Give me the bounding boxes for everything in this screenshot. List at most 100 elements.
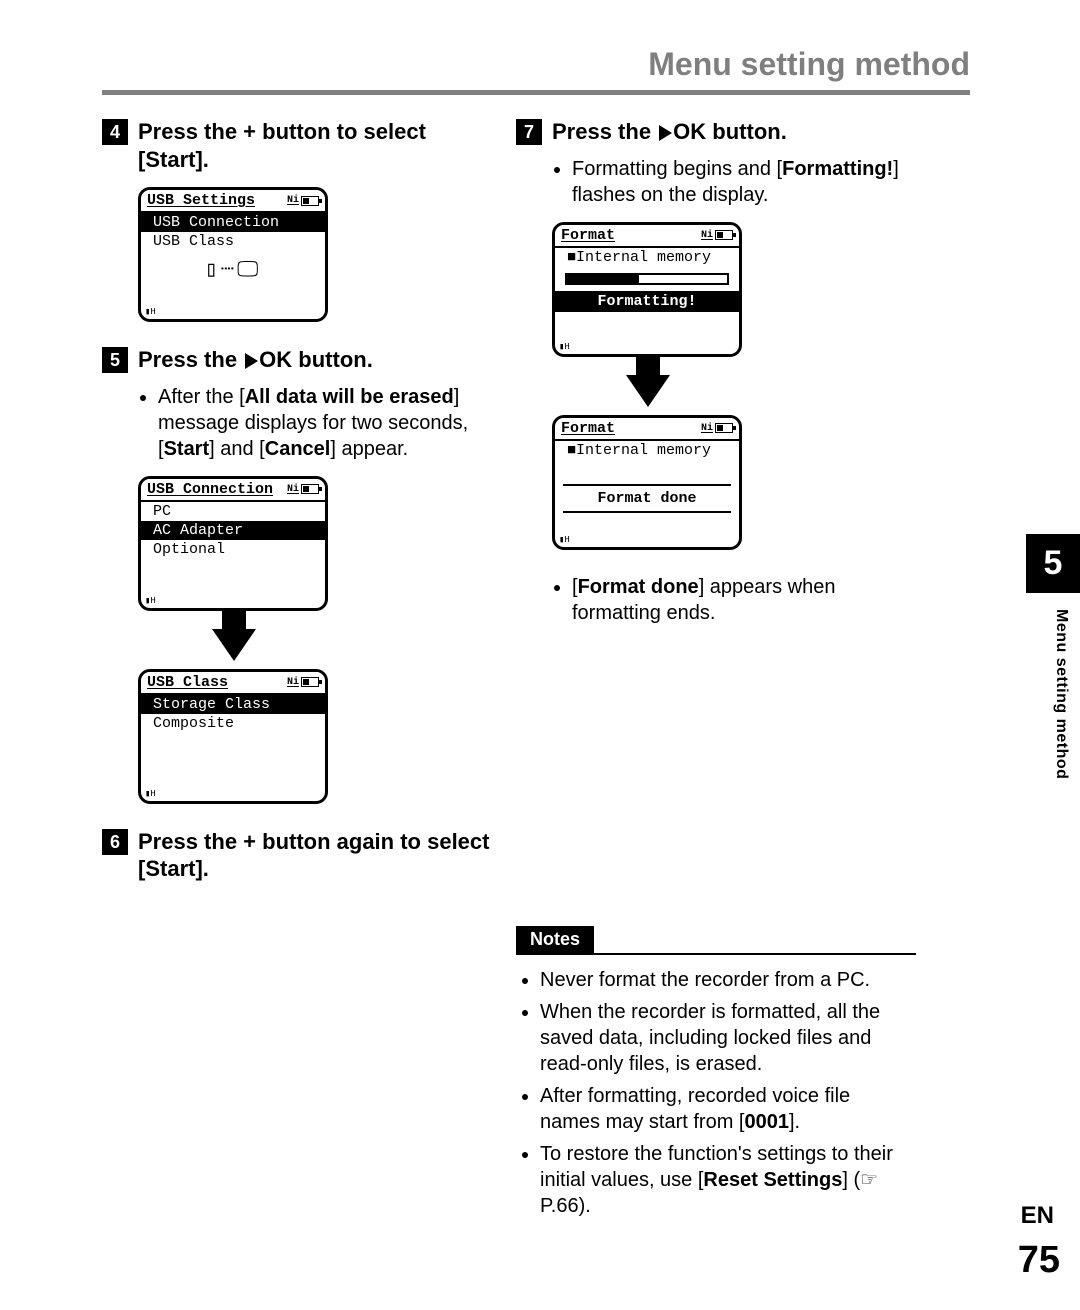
step-7-bullet-2: [Format done] appears when formatting en… — [572, 574, 916, 626]
t: All data will be erased — [245, 386, 454, 408]
lcd-usb-class: USB Class Ni Storage Class Composite ▮H — [138, 669, 328, 804]
step-number-7: 7 — [516, 119, 542, 145]
lcd-format-done: Format Ni ■Internal memory Format done ▮… — [552, 415, 742, 550]
lcd-foot: ▮H — [141, 305, 325, 319]
arrow-down-icon — [212, 629, 256, 661]
chapter-label: Menu setting method — [1052, 609, 1070, 779]
lcd-message: Formatting! — [555, 291, 739, 312]
step-number-4: 4 — [102, 119, 128, 145]
step-7-heading: 7 Press the OK button. — [516, 118, 916, 146]
right-column: 7 Press the OK button. Formatting begins… — [516, 118, 916, 1225]
t: Reset Settings — [703, 1169, 842, 1191]
t: Internal memory — [576, 442, 711, 459]
lcd-row: ■Internal memory — [555, 441, 739, 460]
page-number: 75 — [1018, 1239, 1060, 1282]
battery-icon: Ni — [701, 230, 733, 241]
lcd-title: USB Class — [147, 674, 228, 691]
t: Start — [145, 856, 195, 881]
battery-icon: Ni — [701, 423, 733, 434]
t: Ni — [701, 423, 713, 434]
battery-icon: Ni — [287, 484, 319, 495]
step-7: 7 Press the OK button. Formatting begins… — [516, 118, 916, 626]
step-7-bullet-1: Formatting begins and [Formatting!] flas… — [572, 156, 916, 208]
lcd-header: USB Settings Ni — [141, 190, 325, 213]
step-5: 5 Press the OK button. After the [All da… — [102, 346, 492, 804]
notes-list: Never format the recorder from a PC. Whe… — [540, 967, 916, 1219]
t: After formatting, recorded voice file na… — [540, 1085, 850, 1133]
t: Formatting begins and [ — [572, 158, 782, 180]
lcd-body: USB Connection USB Class ▯┈🖵 — [141, 213, 325, 305]
lcd-row-selected: USB Connection — [141, 213, 325, 232]
t: OK — [673, 119, 706, 144]
t: ] appear. — [330, 438, 408, 460]
title-rule — [102, 90, 970, 95]
chapter-number: 5 — [1026, 534, 1080, 593]
step-number-6: 6 — [102, 829, 128, 855]
t: Format done — [578, 576, 699, 598]
step-5-text: Press the OK button. — [138, 347, 373, 372]
step-7-text: Press the OK button. — [552, 119, 787, 144]
step-4-text: Press the + button to select [Start]. — [138, 119, 426, 172]
play-icon — [245, 353, 258, 369]
t: After the [ — [158, 386, 245, 408]
notes-section: Notes Never format the recorder from a P… — [516, 926, 916, 1219]
lcd-title: USB Connection — [147, 481, 273, 498]
page-title: Menu setting method — [648, 46, 970, 83]
t: Press the — [552, 119, 657, 144]
t: 0001 — [745, 1111, 790, 1133]
t: Ni — [287, 484, 299, 495]
t: button. — [292, 347, 373, 372]
t: ] and [ — [209, 438, 265, 460]
bullet: Formatting begins and [Formatting!] flas… — [572, 156, 916, 208]
lcd-formatting: Format Ni ■Internal memory Formatting! ▮… — [552, 222, 742, 357]
lcd-foot: ▮H — [141, 787, 325, 801]
device-icon: ▯┈🖵 — [141, 251, 325, 283]
lcd-message: Format done — [563, 484, 731, 513]
step-6: 6 Press the + button again to select [St… — [102, 828, 492, 883]
t: Ni — [287, 677, 299, 688]
step-4: 4 Press the + button to select [Start]. … — [102, 118, 492, 322]
left-column: 4 Press the + button to select [Start]. … — [102, 118, 492, 897]
t: ]. — [789, 1111, 800, 1133]
t: Internal memory — [576, 249, 711, 266]
bullet: After the [All data will be erased] mess… — [158, 384, 492, 462]
language-code: EN — [1021, 1202, 1054, 1230]
lcd-header: Format Ni — [555, 418, 739, 441]
lcd-body: Storage Class Composite — [141, 695, 325, 787]
lcd-row: USB Class — [141, 232, 325, 251]
lcd-row: Composite — [141, 714, 325, 733]
t: Ni — [701, 230, 713, 241]
t: button. — [706, 119, 787, 144]
lcd-body: ■Internal memory Formatting! — [555, 248, 739, 340]
t: ]. — [195, 147, 208, 172]
lcd-title: Format — [561, 227, 615, 244]
notes-header: Notes — [516, 926, 916, 955]
step-5-heading: 5 Press the OK button. — [102, 346, 492, 374]
t: Formatting! — [782, 158, 893, 180]
play-icon — [659, 125, 672, 141]
lcd-row: Optional — [141, 540, 325, 559]
battery-icon: Ni — [287, 677, 319, 688]
t: Start — [164, 438, 210, 460]
lcd-row-selected: AC Adapter — [141, 521, 325, 540]
lcd-row: PC — [141, 502, 325, 521]
step-number-5: 5 — [102, 347, 128, 373]
t: Ni — [287, 195, 299, 206]
t: Cancel — [265, 438, 331, 460]
arrow-down-icon — [626, 375, 670, 407]
note-item: To restore the function's settings to th… — [540, 1141, 916, 1219]
step-6-heading: 6 Press the + button again to select [St… — [102, 828, 492, 883]
step-4-heading: 4 Press the + button to select [Start]. — [102, 118, 492, 173]
t: ]. — [195, 856, 208, 881]
step-6-text: Press the + button again to select [Star… — [138, 829, 489, 882]
notes-label: Notes — [516, 926, 594, 953]
note-item: After formatting, recorded voice file na… — [540, 1083, 916, 1135]
lcd-foot: ▮H — [555, 340, 739, 354]
progress-bar — [555, 267, 739, 291]
lcd-title: USB Settings — [147, 192, 255, 209]
chapter-tab: 5 Menu setting method — [1020, 534, 1080, 779]
lcd-foot: ▮H — [555, 533, 739, 547]
lcd-body: PC AC Adapter Optional — [141, 502, 325, 594]
lcd-title: Format — [561, 420, 615, 437]
note-item: When the recorder is formatted, all the … — [540, 999, 916, 1077]
